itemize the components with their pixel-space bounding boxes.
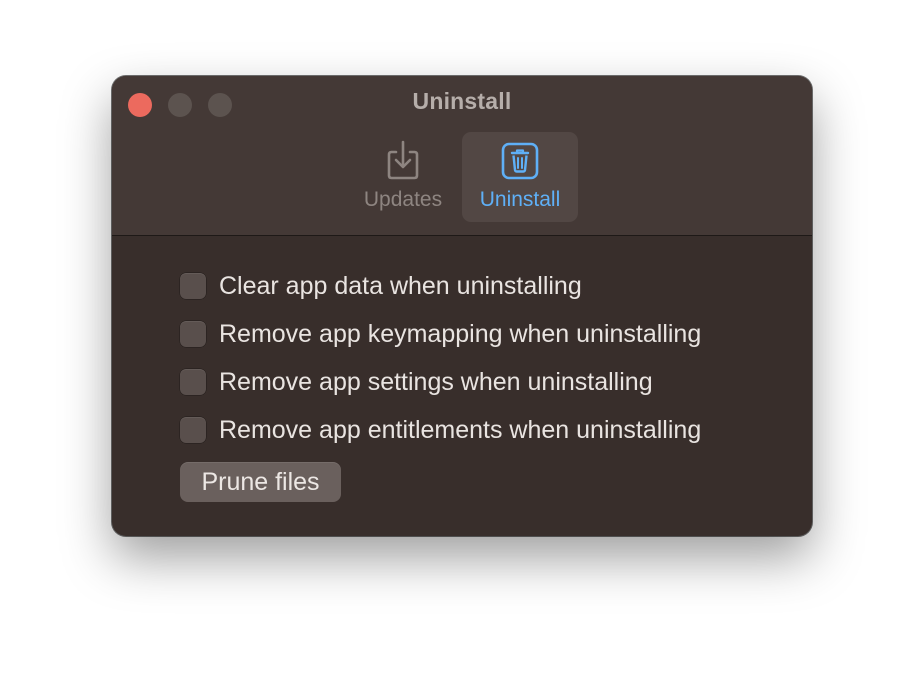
checkbox[interactable] [180,321,206,347]
preferences-window: Uninstall Updates Uninstall Clear app da… [112,76,812,536]
tab-updates[interactable]: Updates [350,132,456,222]
titlebar: Uninstall Updates Uninstall [112,76,812,236]
option-label: Clear app data when uninstalling [219,272,582,300]
tab-uninstall[interactable]: Uninstall [462,132,578,222]
option-label: Remove app entitlements when uninstallin… [219,416,702,444]
trash-icon [500,140,540,187]
window-title: Uninstall [412,88,512,114]
checkbox[interactable] [180,273,206,299]
download-tray-icon [383,140,423,187]
checkbox[interactable] [180,369,206,395]
option-label: Remove app keymapping when uninstalling [219,320,702,348]
prune-files-button[interactable]: Prune files [180,462,341,502]
tab-uninstall-label: Uninstall [479,188,561,211]
tab-updates-label: Updates [363,188,443,211]
checkbox[interactable] [180,417,206,443]
option-label: Remove app settings when uninstalling [219,368,653,396]
